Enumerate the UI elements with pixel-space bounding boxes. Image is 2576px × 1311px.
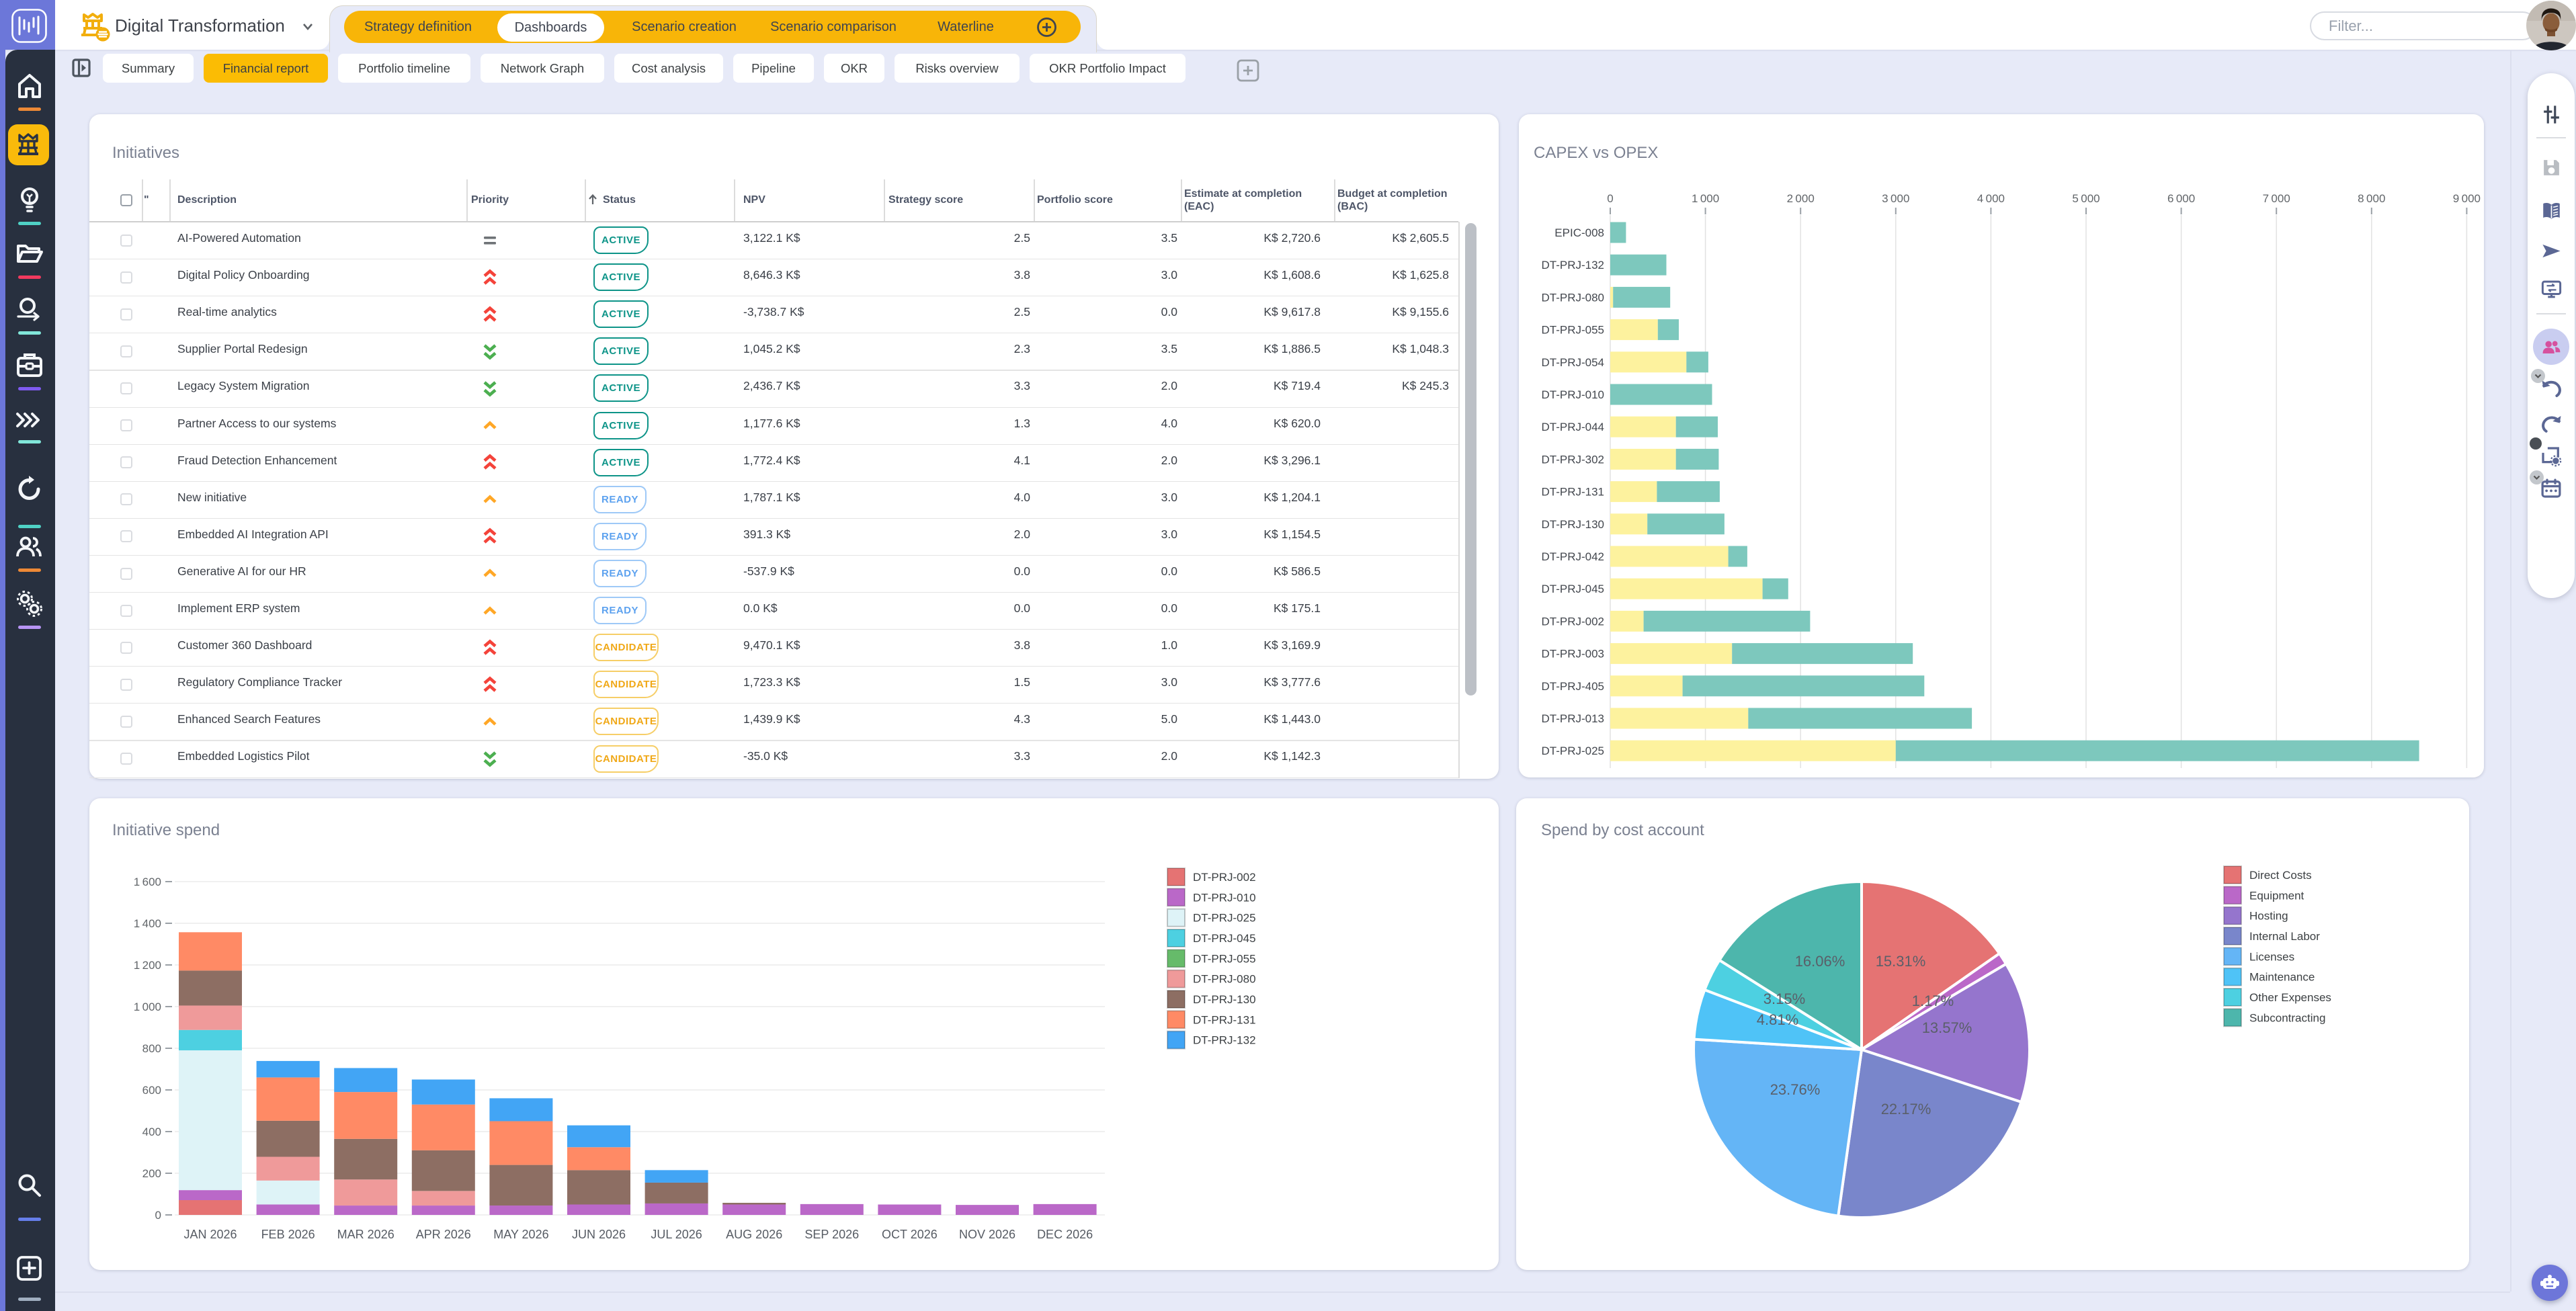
svg-text:Subcontracting: Subcontracting [2249, 1011, 2325, 1024]
svg-text:Internal Labor: Internal Labor [2249, 930, 2320, 943]
svg-text:13.57%: 13.57% [1922, 1019, 1972, 1036]
svg-text:Licenses: Licenses [2249, 950, 2294, 963]
svg-text:4.81%: 4.81% [1757, 1011, 1798, 1028]
svg-text:Other Expenses: Other Expenses [2249, 991, 2331, 1004]
svg-text:3.15%: 3.15% [1763, 990, 1805, 1007]
svg-text:Maintenance: Maintenance [2249, 971, 2315, 984]
svg-text:22.17%: 22.17% [1881, 1101, 1931, 1117]
svg-text:Direct Costs: Direct Costs [2249, 869, 2312, 882]
svg-text:1.17%: 1.17% [1912, 992, 1954, 1009]
svg-text:23.76%: 23.76% [1770, 1081, 1821, 1098]
svg-text:15.31%: 15.31% [1876, 953, 1926, 970]
svg-text:Hosting: Hosting [2249, 910, 2288, 923]
svg-text:16.06%: 16.06% [1795, 953, 1845, 970]
svg-text:Equipment: Equipment [2249, 889, 2304, 902]
